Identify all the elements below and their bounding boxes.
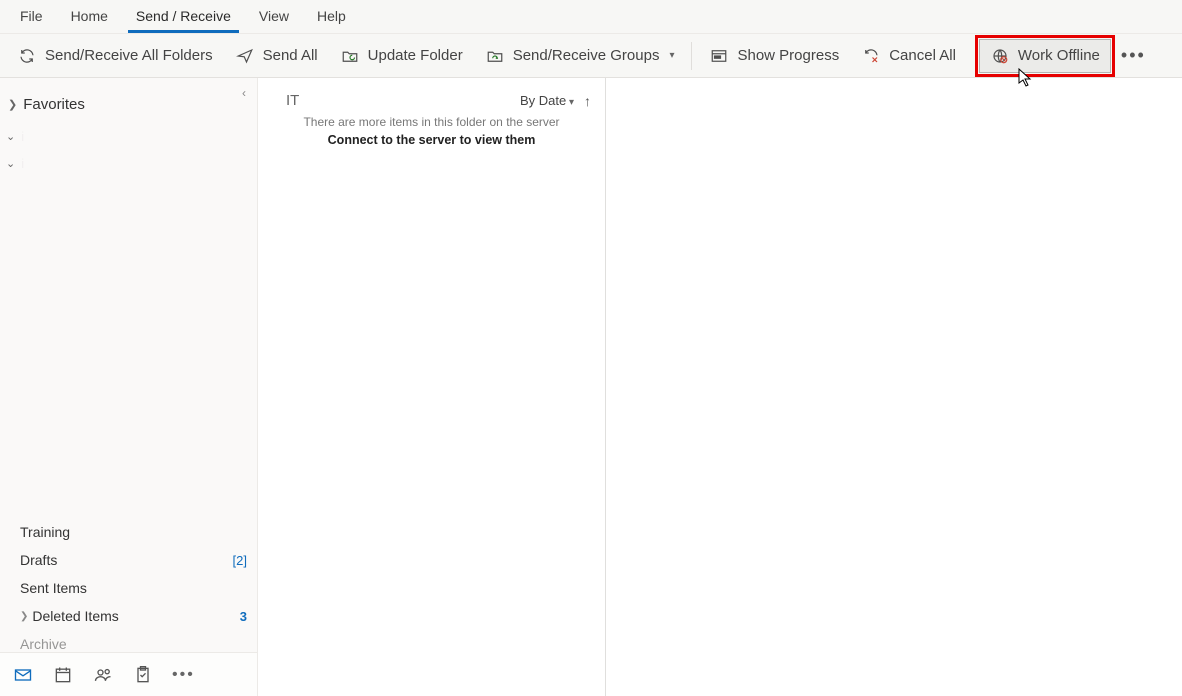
folder-list-redacted [0, 177, 257, 518]
chevron-right-icon: ❯ [20, 611, 28, 622]
chevron-down-icon: ⌄ [6, 130, 15, 143]
folder-sent-items-label: Sent Items [20, 580, 87, 596]
folder-sent-items[interactable]: Sent Items [0, 574, 257, 602]
ribbon-separator [691, 42, 692, 70]
tab-file[interactable]: File [6, 2, 57, 32]
folder-archive-label: Archive [20, 636, 67, 652]
work-offline-label: Work Offline [1018, 47, 1100, 64]
send-all-button[interactable]: Send All [224, 39, 329, 73]
message-list-header: IT By Date ↑ [258, 78, 605, 115]
account-group-1-label: i [21, 129, 24, 144]
ribbon: Send/Receive All Folders Send All Update… [0, 34, 1182, 78]
account-group-1[interactable]: ⌄ i [0, 123, 257, 150]
show-progress-button[interactable]: Show Progress [698, 39, 850, 73]
folder-sync-icon [485, 46, 505, 66]
progress-icon [709, 46, 729, 66]
tab-help[interactable]: Help [303, 2, 360, 32]
chevron-down-icon: ⌄ [6, 157, 15, 170]
tab-view[interactable]: View [245, 2, 303, 32]
favorites-label: Favorites [23, 96, 85, 113]
reading-pane [606, 78, 1182, 696]
module-more-button[interactable]: ••• [172, 666, 195, 684]
folder-pane: ‹ ❯ Favorites ⌄ i ⌄ i Training Drafts [2… [0, 78, 258, 696]
folder-deleted-items[interactable]: ❯ Deleted Items 3 [0, 602, 257, 630]
send-receive-all-folders-label: Send/Receive All Folders [45, 47, 213, 64]
folder-training[interactable]: Training [0, 518, 257, 546]
tasks-module-icon[interactable] [132, 664, 154, 686]
module-switcher: ••• [0, 652, 257, 696]
folder-archive[interactable]: Archive [0, 630, 257, 652]
send-receive-groups-dropdown[interactable]: Send/Receive Groups [474, 39, 686, 73]
folder-refresh-icon [340, 46, 360, 66]
tab-send-receive[interactable]: Send / Receive [122, 2, 245, 32]
account-group-2-label: i [21, 156, 24, 171]
message-list-pane: IT By Date ↑ There are more items in thi… [258, 78, 606, 696]
collapse-folder-pane-button[interactable]: ‹ [235, 84, 253, 102]
send-icon [235, 46, 255, 66]
send-receive-all-folders-button[interactable]: Send/Receive All Folders [6, 39, 224, 73]
work-offline-button[interactable]: Work Offline [979, 39, 1111, 73]
cancel-all-label: Cancel All [889, 47, 956, 64]
send-receive-groups-label: Send/Receive Groups [513, 47, 660, 64]
sort-direction-button[interactable]: ↑ [584, 93, 591, 109]
globe-offline-icon [990, 46, 1010, 66]
show-progress-label: Show Progress [737, 47, 839, 64]
update-folder-button[interactable]: Update Folder [329, 39, 474, 73]
chevron-right-icon: ❯ [8, 98, 17, 111]
tab-home[interactable]: Home [57, 2, 122, 32]
cancel-all-button[interactable]: Cancel All [850, 39, 967, 73]
update-folder-label: Update Folder [368, 47, 463, 64]
send-all-label: Send All [263, 47, 318, 64]
folder-drafts-count: [2] [233, 553, 247, 568]
account-group-2[interactable]: ⌄ i [0, 150, 257, 177]
cancel-sync-icon [861, 46, 881, 66]
people-module-icon[interactable] [92, 664, 114, 686]
sort-by-dropdown[interactable]: By Date [520, 93, 574, 108]
ribbon-more-button[interactable]: ••• [1111, 41, 1156, 70]
menu-tabs: File Home Send / Receive View Help [0, 0, 1182, 34]
current-folder-title: IT [286, 92, 299, 109]
folder-deleted-items-count: 3 [240, 609, 247, 624]
calendar-module-icon[interactable] [52, 664, 74, 686]
mail-module-icon[interactable] [12, 664, 34, 686]
favorites-header[interactable]: ❯ Favorites [0, 78, 257, 123]
folder-drafts[interactable]: Drafts [2] [0, 546, 257, 574]
refresh-icon [17, 46, 37, 66]
folder-training-label: Training [20, 524, 70, 540]
folder-deleted-items-label: Deleted Items [32, 608, 118, 624]
folder-drafts-label: Drafts [20, 552, 57, 568]
server-message-line1: There are more items in this folder on t… [258, 115, 605, 129]
server-message-line2[interactable]: Connect to the server to view them [258, 129, 605, 147]
